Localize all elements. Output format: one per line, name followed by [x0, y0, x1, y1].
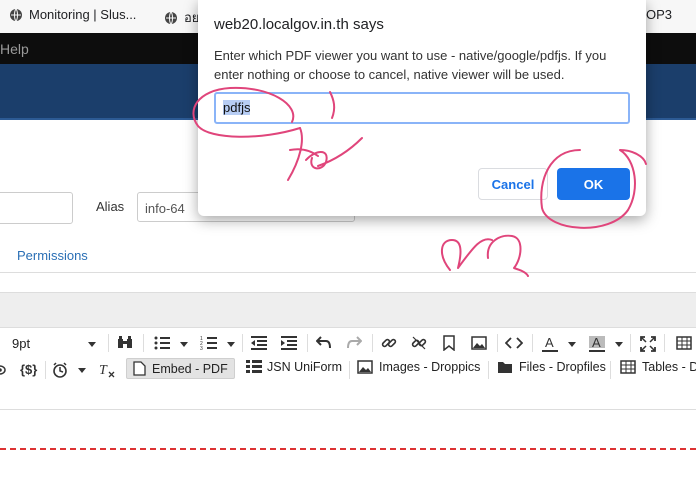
plugin-tables[interactable]: Tables - D: [620, 360, 696, 374]
plugin-label: JSN UniForm: [267, 360, 343, 374]
toolbar-separator: [108, 334, 109, 352]
alias-label: Alias: [96, 199, 125, 214]
undo-icon[interactable]: [316, 336, 332, 350]
toolbar-separator: [610, 361, 611, 379]
toolbar-separator: [630, 334, 631, 352]
globe-icon: [10, 8, 22, 21]
editor-header-band: [0, 292, 696, 328]
chevron-down-icon[interactable]: [227, 342, 235, 347]
code-braces-button[interactable]: {$}: [20, 362, 37, 377]
cancel-button[interactable]: Cancel: [478, 168, 548, 200]
table-icon[interactable]: [676, 336, 692, 350]
fullscreen-icon[interactable]: [640, 336, 656, 352]
bookmark-label: OP3: [646, 7, 673, 22]
image-icon[interactable]: [471, 336, 487, 350]
bookmark-thai[interactable]: อย: [164, 7, 199, 28]
bullet-list-icon[interactable]: [153, 335, 171, 351]
dialog-message: Enter which PDF viewer you want to use -…: [214, 48, 607, 82]
chevron-down-icon[interactable]: [180, 342, 188, 347]
globe-icon: [165, 11, 177, 24]
toolbar-separator: [372, 334, 373, 352]
prompt-dialog: web20.localgov.in.th says Enter which PD…: [198, 0, 646, 216]
plugin-jsn-uniform[interactable]: JSN UniForm: [246, 360, 342, 374]
binoculars-icon[interactable]: [116, 334, 134, 352]
redo-icon[interactable]: [346, 336, 362, 350]
file-icon: [133, 361, 146, 376]
plugin-label: Tables - D: [642, 360, 696, 374]
bookmark-icon[interactable]: [443, 335, 455, 351]
toolbar-separator: [349, 361, 350, 379]
numbered-list-icon[interactable]: 123: [200, 335, 218, 351]
toolbar-separator: [307, 334, 308, 352]
bookmark-op3[interactable]: OP3: [646, 7, 672, 22]
table-icon: [620, 360, 636, 374]
title-input[interactable]: [0, 192, 73, 224]
unlink-icon[interactable]: [411, 335, 427, 351]
toolbar-separator: [664, 334, 665, 352]
dialog-title: web20.localgov.in.th says: [214, 16, 384, 33]
background-color-icon[interactable]: A: [588, 335, 606, 353]
folder-icon: [498, 362, 512, 373]
toolbar-separator: [488, 361, 489, 379]
text-color-icon[interactable]: A: [541, 335, 559, 353]
link-icon[interactable]: [381, 335, 397, 351]
bookmark-monitoring[interactable]: Monitoring | Slus...: [9, 7, 136, 22]
eye-icon[interactable]: [0, 363, 6, 377]
plugin-embed-pdf[interactable]: Embed - PDF: [126, 358, 235, 379]
toolbar-separator: [242, 334, 243, 352]
font-size-select[interactable]: 9pt: [12, 336, 30, 351]
chevron-down-icon: [88, 342, 96, 347]
chevron-down-icon[interactable]: [568, 342, 576, 347]
tab-permissions[interactable]: Permissions: [17, 248, 88, 263]
svg-text:3: 3: [200, 346, 203, 351]
toolbar-separator: [45, 361, 46, 379]
editor-content-border: [0, 448, 696, 450]
alarm-clock-icon[interactable]: [52, 362, 68, 378]
image-icon: [357, 360, 373, 374]
toolbar-separator: [532, 334, 533, 352]
tab-divider: [0, 272, 696, 273]
code-icon[interactable]: [505, 337, 523, 349]
svg-text:A: A: [592, 335, 601, 350]
chevron-down-icon[interactable]: [615, 342, 623, 347]
plugin-files-dropfiles[interactable]: Files - Dropfiles: [497, 360, 606, 374]
indent-icon[interactable]: [281, 336, 297, 350]
chevron-down-icon[interactable]: [78, 368, 86, 373]
outdent-icon[interactable]: [251, 336, 267, 350]
svg-text:A: A: [545, 335, 554, 350]
plugin-label: Embed - PDF: [152, 361, 228, 376]
plugin-label: Files - Dropfiles: [519, 360, 606, 374]
toolbar-separator: [143, 334, 144, 352]
bookmark-label: Monitoring | Slus...: [29, 7, 137, 22]
toolbar-separator: [497, 334, 498, 352]
plugin-images-droppics[interactable]: Images - Droppics: [357, 360, 480, 374]
pdf-viewer-input[interactable]: pdfjs: [214, 92, 630, 124]
ok-button[interactable]: OK: [557, 168, 630, 200]
toolbar-bottom-spacer: [0, 383, 696, 410]
svg-text:T: T: [99, 363, 108, 378]
menu-help[interactable]: Help: [0, 41, 29, 57]
clear-formatting-icon[interactable]: T: [98, 362, 116, 378]
plugin-label: Images - Droppics: [379, 360, 481, 374]
input-value: pdfjs: [223, 100, 251, 115]
list-icon: [246, 360, 262, 373]
